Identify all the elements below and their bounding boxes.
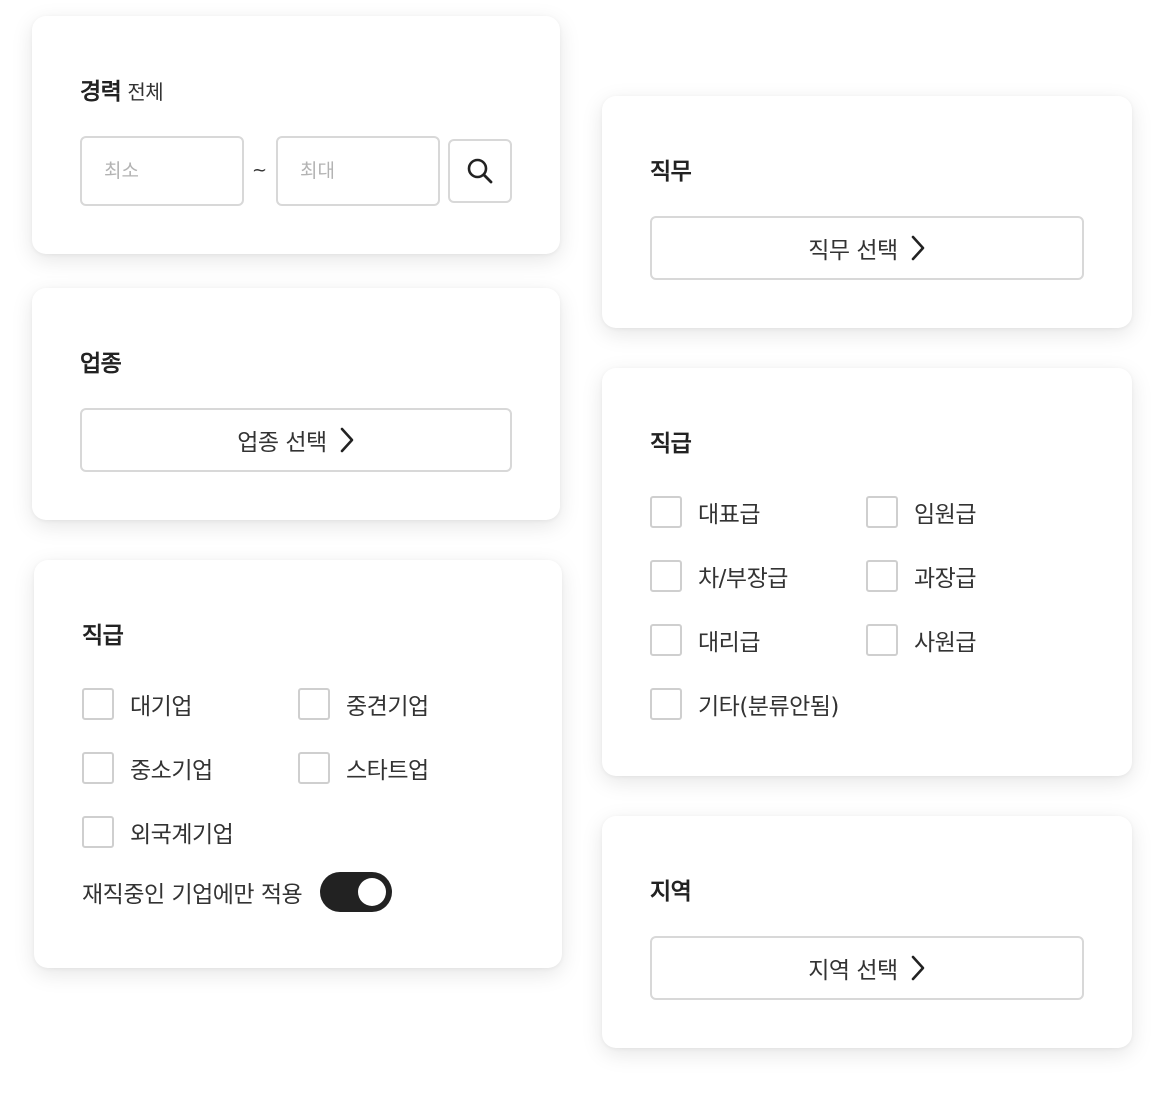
position-option-label: 임원급 bbox=[914, 502, 976, 528]
checkbox[interactable] bbox=[866, 624, 898, 656]
position-option-label: 사원급 bbox=[914, 630, 976, 656]
company-option-startup[interactable]: 스타트업 bbox=[298, 751, 429, 785]
checkbox[interactable] bbox=[298, 752, 330, 784]
company-option-midsize[interactable]: 중견기업 bbox=[298, 687, 429, 721]
career-title: 경력 전체 bbox=[80, 72, 164, 106]
checkbox[interactable] bbox=[650, 624, 682, 656]
checkbox[interactable] bbox=[866, 496, 898, 528]
checkbox[interactable] bbox=[866, 560, 898, 592]
region-filter-card: 지역 지역 선택 bbox=[602, 816, 1132, 1048]
toggle-knob bbox=[358, 878, 387, 906]
company-option-label: 대기업 bbox=[130, 694, 192, 720]
position-option-label: 기타(분류안됨) bbox=[698, 694, 839, 720]
career-min-input[interactable] bbox=[80, 136, 244, 206]
checkbox[interactable] bbox=[82, 688, 114, 720]
checkbox[interactable] bbox=[650, 688, 682, 720]
career-title-text: 경력 bbox=[80, 79, 122, 105]
chevron-right-icon bbox=[911, 235, 925, 261]
region-select-label: 지역 선택 bbox=[808, 958, 898, 984]
company-option-label: 스타트업 bbox=[346, 758, 429, 784]
position-option-other[interactable]: 기타(분류안됨) bbox=[650, 687, 839, 721]
region-title: 지역 bbox=[650, 879, 692, 905]
career-max-input[interactable] bbox=[276, 136, 440, 206]
company-option-label: 중견기업 bbox=[346, 694, 429, 720]
company-option-small[interactable]: 중소기업 bbox=[82, 751, 213, 785]
industry-select-label: 업종 선택 bbox=[237, 430, 327, 456]
chevron-right-icon bbox=[340, 427, 354, 453]
checkbox[interactable] bbox=[650, 496, 682, 528]
current-company-toggle[interactable] bbox=[320, 872, 393, 912]
position-option-executive[interactable]: 임원급 bbox=[866, 495, 976, 529]
checkbox[interactable] bbox=[650, 560, 682, 592]
checkbox[interactable] bbox=[82, 816, 114, 848]
checkbox[interactable] bbox=[298, 688, 330, 720]
company-option-large[interactable]: 대기업 bbox=[82, 687, 192, 721]
position-option-assistant-manager[interactable]: 대리급 bbox=[650, 623, 760, 657]
job-select-label: 직무 선택 bbox=[808, 238, 898, 264]
search-icon bbox=[467, 158, 493, 184]
career-search-button[interactable] bbox=[448, 139, 512, 203]
job-select-button[interactable]: 직무 선택 bbox=[650, 216, 1084, 280]
company-type-filter-card: 직급 대기업 중견기업 중소기업 스타트업 외국계기업 재직중인 기업에만 적용 bbox=[34, 560, 562, 968]
region-select-button[interactable]: 지역 선택 bbox=[650, 936, 1084, 1000]
position-option-staff[interactable]: 사원급 bbox=[866, 623, 976, 657]
career-filter-card: 경력전체 ~ bbox=[32, 16, 560, 254]
job-filter-card: 직무 직무 선택 bbox=[602, 96, 1132, 328]
industry-select-button[interactable]: 업종 선택 bbox=[80, 408, 512, 472]
checkbox[interactable] bbox=[82, 752, 114, 784]
job-title: 직무 bbox=[650, 159, 692, 185]
position-option-label: 차/부장급 bbox=[698, 566, 788, 592]
position-title: 직급 bbox=[650, 431, 692, 457]
position-option-ceo[interactable]: 대표급 bbox=[650, 495, 760, 529]
current-company-toggle-label: 재직중인 기업에만 적용 bbox=[82, 882, 303, 908]
career-subtitle: 전체 bbox=[127, 80, 164, 104]
position-option-manager[interactable]: 과장급 bbox=[866, 559, 976, 593]
current-company-toggle-row: 재직중인 기업에만 적용 bbox=[82, 872, 393, 912]
position-option-label: 대표급 bbox=[698, 502, 760, 528]
company-type-title: 직급 bbox=[82, 623, 124, 649]
chevron-right-icon bbox=[911, 955, 925, 981]
position-filter-card: 직급 대표급 임원급 차/부장급 과장급 대리급 사원급 기타(분류안됨) bbox=[602, 368, 1132, 776]
position-option-director[interactable]: 차/부장급 bbox=[650, 559, 788, 593]
industry-filter-card: 업종 업종 선택 bbox=[32, 288, 560, 520]
career-range-separator: ~ bbox=[252, 160, 268, 181]
company-option-label: 외국계기업 bbox=[130, 822, 234, 848]
position-option-label: 과장급 bbox=[914, 566, 976, 592]
position-option-label: 대리급 bbox=[698, 630, 760, 656]
company-option-foreign[interactable]: 외국계기업 bbox=[82, 815, 234, 849]
industry-title: 업종 bbox=[80, 351, 122, 377]
company-option-label: 중소기업 bbox=[130, 758, 213, 784]
